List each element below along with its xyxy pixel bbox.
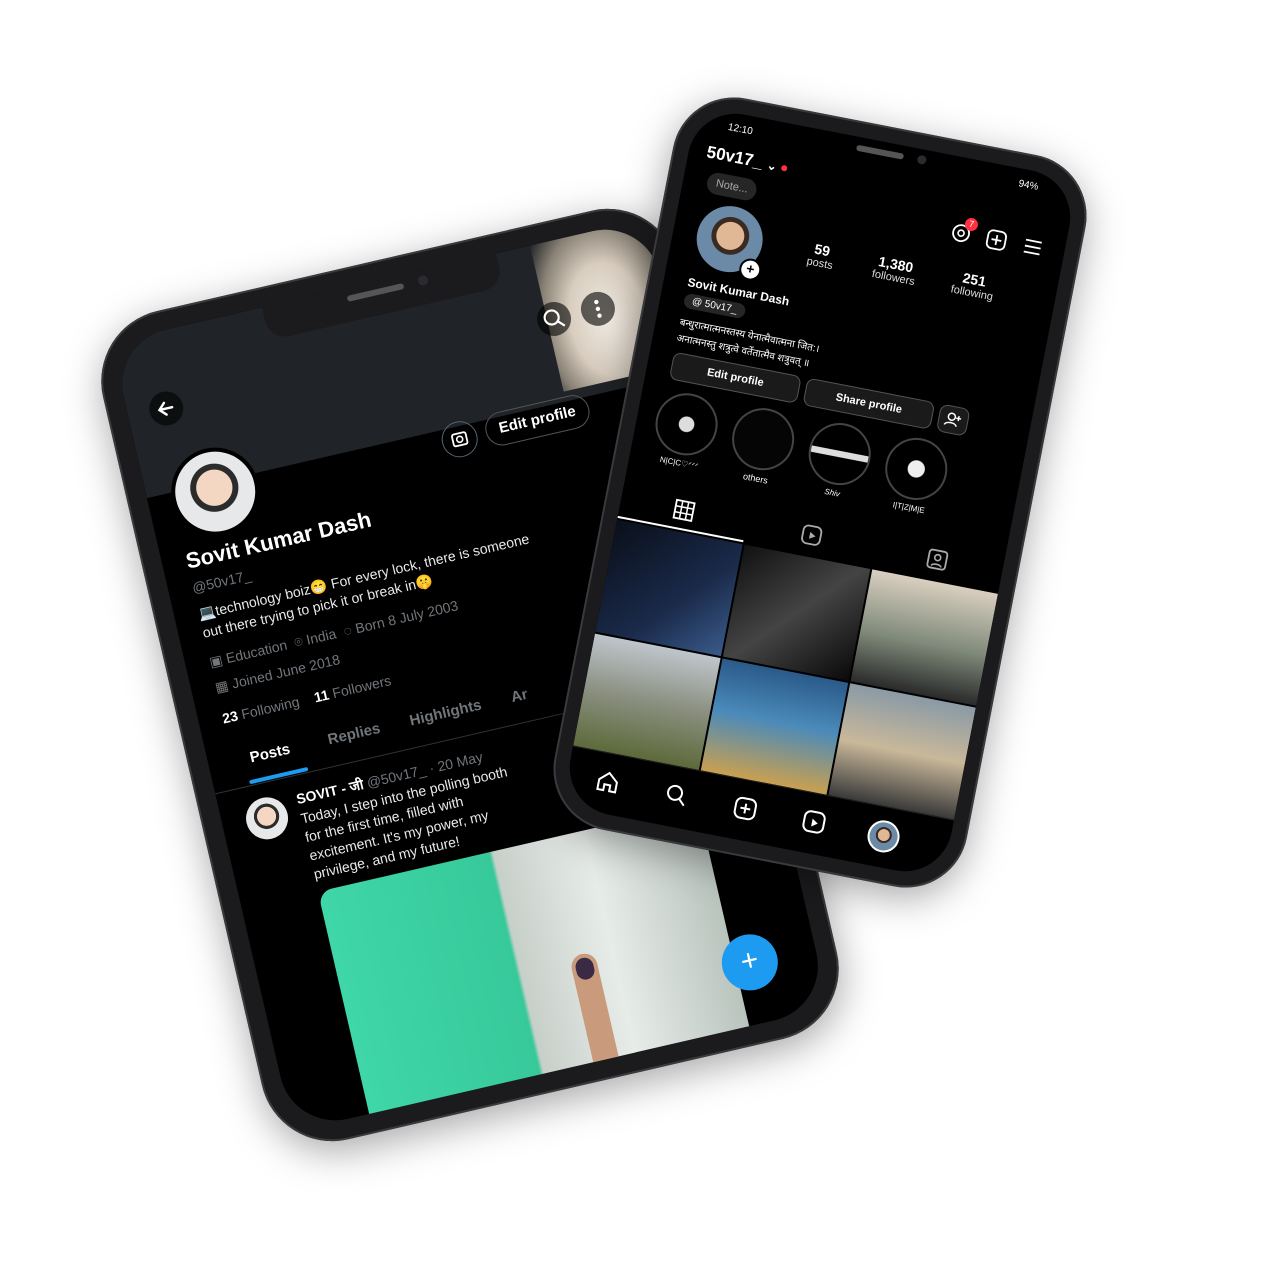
note-bubble[interactable]: Note... [705,170,759,203]
location-icon: ⌾ [292,632,305,651]
post-avatar[interactable] [241,793,293,844]
highlight-label: N|C|C♡ᐟᐟᐟ [659,454,699,472]
tab-posts[interactable]: Posts [248,741,292,767]
stat-posts[interactable]: 59 posts [789,236,853,275]
grid-post-laptop-image[interactable] [595,519,743,657]
professional-tools-button[interactable] [438,417,482,461]
tab-highlights[interactable]: Highlights [408,696,483,729]
stat-following[interactable]: 251 following [936,265,1010,306]
balloon-icon: ◌ [341,621,354,640]
add-person-icon [943,412,962,427]
search-icon[interactable] [661,780,691,810]
education-label: Education [224,636,289,667]
home-icon[interactable] [593,767,623,797]
new-post-icon[interactable] [730,793,760,823]
grid-post-desk-setup-image[interactable] [850,569,998,706]
threads-small-icon: @ [691,296,704,309]
tab-active-indicator [249,766,309,785]
notification-dot [781,164,789,172]
highlight-cover-image [726,402,800,476]
briefcase-icon: ▣ [207,651,225,671]
highlight-others[interactable]: others [723,402,800,490]
create-icon[interactable] [984,227,1010,253]
chevron-down-icon[interactable]: ⌄ [766,158,779,174]
following-link[interactable]: 23 Following [221,693,301,726]
reels-icon[interactable] [799,807,829,837]
tab-replies[interactable]: Replies [326,720,382,749]
highlight-shiv[interactable]: Shiv [800,417,877,504]
status-time: 12:10 [726,121,754,138]
highlight-label: others [742,471,769,486]
highlight-ncc[interactable]: N|C|C♡ᐟᐟᐟ [647,387,724,474]
trophy-icon [650,387,723,461]
calendar-icon: ▦ [213,676,231,696]
dumbbell-icon [803,417,877,491]
grid-post-dark-room-image[interactable] [722,544,871,681]
reels-tab-icon[interactable] [798,521,826,549]
add-friend-button[interactable] [935,403,971,437]
flex-arm-icon [879,432,953,506]
location-label: India [304,625,338,648]
tagged-tab-icon[interactable] [923,546,951,574]
grid-tab-icon[interactable] [670,496,698,524]
instagram-phone: 12:10 94% 50v17_ ⌄ 7 Note... + 59 posts … [542,86,1098,899]
menu-icon[interactable] [1020,234,1046,260]
highlight-label: I|T|Z|M|E [892,500,926,516]
tab-articles[interactable]: Ar [509,686,529,706]
status-battery: 94% [1017,178,1040,193]
stat-followers[interactable]: 1,380 followers [858,250,932,291]
highlight-label: Shiv [823,486,841,499]
followers-link[interactable]: 11 Followers [312,672,392,705]
highlight-itzme[interactable]: I|T|Z|M|E [876,432,953,518]
